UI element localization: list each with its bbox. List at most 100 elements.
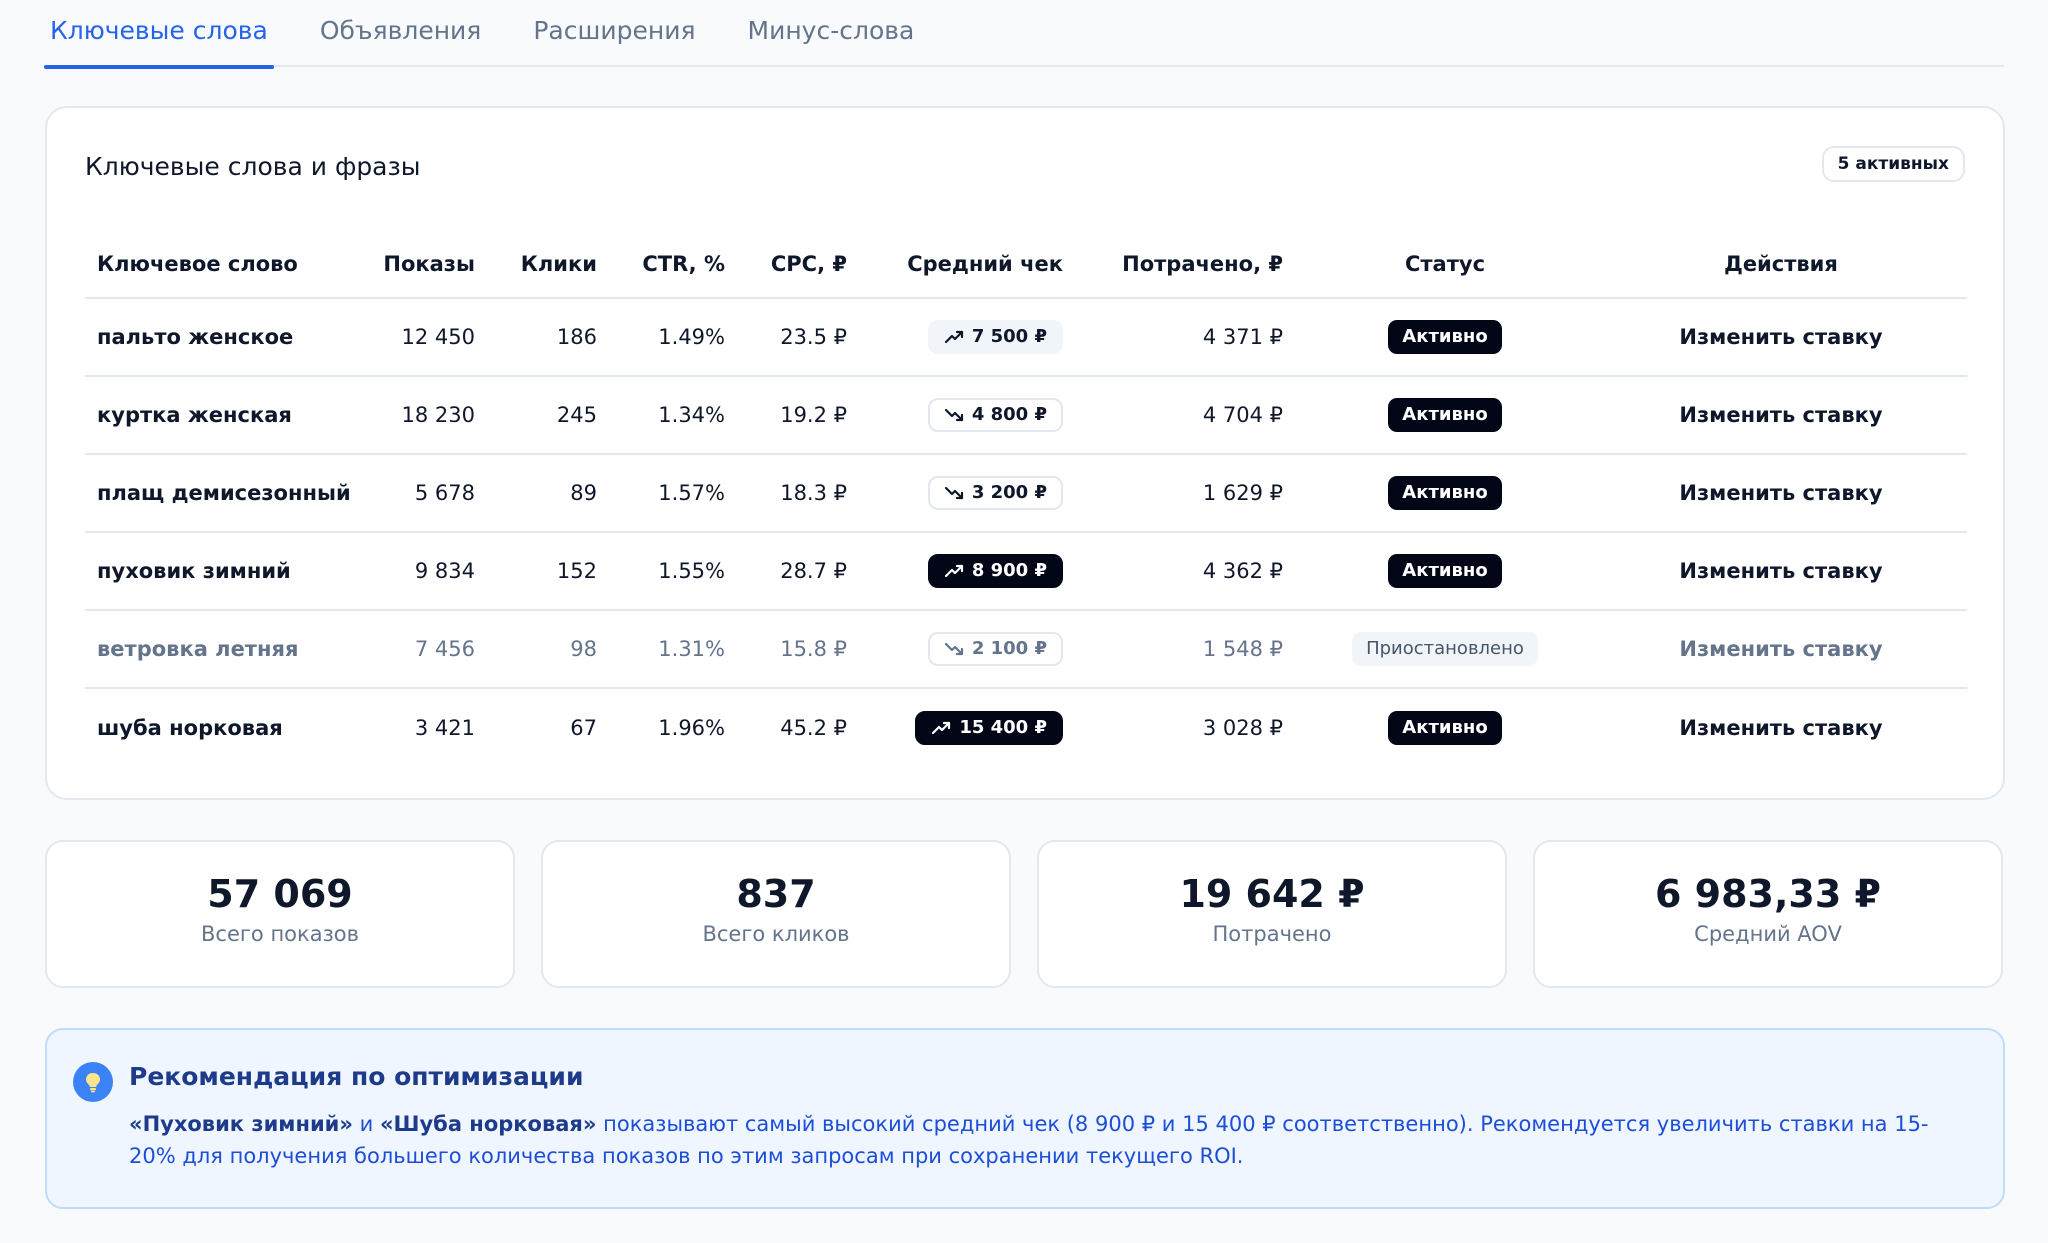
col-header-keyword: Ключевое слово [85,230,345,299]
col-header-clicks: Клики [487,230,609,299]
clicks-cell: 67 [570,715,597,740]
active-count-badge: 5 активных [1821,146,1965,182]
status-cell: Активно [1295,532,1595,611]
table-row: шуба норковая 3 421 67 1.96% 45.2 ₽ 15 400 ₽ 3… [85,688,1967,766]
stat-label: Средний AOV [1694,922,1842,946]
aov-value: 15 400 ₽ [959,716,1047,738]
impressions-cell: 18 230 [345,376,487,455]
status-cell: Активно [1295,298,1595,377]
table-header-row: Ключевое слово Показы Клики CTR, % CPC, … [85,230,1967,299]
aov-value: 7 500 ₽ [971,326,1047,347]
trend-down-icon [944,642,963,656]
table-row: ветровка летняя 7 456 98 1.31% 15.8 ₽ 2 100 ₽… [85,610,1967,689]
change-bid-button[interactable]: Изменить ставку [1595,688,1967,766]
status-badge: Активно [1388,710,1502,745]
ctr-cell: 1.96% [658,715,725,740]
change-bid-button[interactable]: Изменить ставку [1595,298,1967,377]
tab-bar: Ключевые слова Объявления Расширения Мин… [44,0,2004,69]
col-header-actions: Действия [1595,230,1967,299]
aov-badge: 2 100 ₽ [927,632,1063,666]
keyword-cell: куртка женская [85,376,345,455]
status-badge: Активно [1388,398,1502,432]
col-header-impressions: Показы [345,230,487,299]
recommendation-title: Рекомендация по оптимизации [129,1062,584,1091]
clicks-cell: 186 [487,298,609,377]
status-cell: Активно [1295,688,1595,766]
cpc-cell: 18.3 ₽ [737,454,859,533]
cpc-cell: 23.5 ₽ [737,298,859,377]
ctr-cell: 1.34% [609,376,737,455]
stat-value: 57 069 [207,872,353,916]
col-header-cpc: CPC, ₽ [737,230,859,299]
status-badge: Активно [1388,320,1502,354]
impressions-cell: 5 678 [345,454,487,533]
stat-total-clicks: 837 Всего кликов [541,840,1011,988]
keyword-cell: пуховик зимний [85,532,345,611]
ctr-cell: 1.49% [609,298,737,377]
aov-cell: 7 500 ₽ [859,298,1075,377]
tab-keywords[interactable]: Ключевые слова [44,0,274,69]
tab-negative-keywords[interactable]: Минус-слова [742,0,921,67]
clicks-cell: 245 [487,376,609,455]
card-title: Ключевые слова и фразы [85,152,421,181]
tab-extensions[interactable]: Расширения [527,0,701,67]
keyword-cell: ветровка летняя [85,610,345,689]
table-row: пальто женское 12 450 186 1.49% 23.5 ₽ 7 500 … [85,298,1967,377]
clicks-cell: 98 [487,610,609,689]
status-cell: Приостановлено [1295,610,1595,689]
status-cell: Активно [1295,376,1595,455]
impressions-cell: 12 450 [345,298,487,377]
trend-up-icon [944,564,963,578]
status-badge: Активно [1388,476,1502,510]
impressions-cell: 7 456 [345,610,487,689]
stat-average-aov: 6 983,33 ₽ Средний AOV [1533,840,2003,988]
tab-ads[interactable]: Объявления [314,0,488,67]
stat-label: Всего кликов [702,922,850,946]
lightbulb-icon [73,1062,113,1102]
ctr-cell: 1.57% [609,454,737,533]
status-badge: Приостановлено [1352,632,1538,666]
cpc-cell: 15.8 ₽ [737,610,859,689]
change-bid-button[interactable]: Изменить ставку [1595,610,1967,689]
clicks-cell: 89 [487,454,609,533]
change-bid-button[interactable]: Изменить ставку [1595,454,1967,533]
spent-cell: 4 362 ₽ [1075,532,1295,611]
col-header-ctr: CTR, % [609,230,737,299]
cpc-cell: 45.2 ₽ [780,715,847,740]
aov-cell: 3 200 ₽ [859,454,1075,533]
table-row: плащ демисезонный 5 678 89 1.57% 18.3 ₽ 3 200… [85,454,1967,533]
keywords-card: Ключевые слова и фразы 5 активных Ключев… [45,106,2005,800]
keywords-table: Ключевое слово Показы Клики CTR, % CPC, … [85,230,1967,766]
stat-total-impressions: 57 069 Всего показов [45,840,515,988]
ctr-cell: 1.31% [609,610,737,689]
change-bid-button[interactable]: Изменить ставку [1595,532,1967,611]
spent-cell: 4 371 ₽ [1075,298,1295,377]
recommendation-panel: Рекомендация по оптимизации «Пуховик зим… [45,1028,2005,1209]
keyword-cell: пальто женское [85,298,345,377]
aov-value: 4 800 ₽ [971,404,1047,425]
aov-value: 3 200 ₽ [971,482,1047,503]
aov-badge: 7 500 ₽ [927,320,1063,354]
recommendation-text: «Пуховик зимний» и «Шуба норковая» показ… [129,1108,1969,1172]
col-header-aov: Средний чек [859,230,1075,299]
aov-cell: 15 400 ₽ [859,688,1075,766]
change-bid-button[interactable]: Изменить ставку [1595,376,1967,455]
table-row: куртка женская 18 230 245 1.34% 19.2 ₽ 4 800 … [85,376,1967,455]
stat-value: 6 983,33 ₽ [1655,872,1881,916]
stat-label: Всего показов [201,922,359,946]
spent-cell: 3 028 ₽ [1202,715,1283,740]
keyword-cell: шуба норковая [97,715,283,740]
spent-cell: 4 704 ₽ [1075,376,1295,455]
table-row: пуховик зимний 9 834 152 1.55% 28.7 ₽ 8 900 ₽… [85,532,1967,611]
aov-badge: 4 800 ₽ [927,398,1063,432]
cpc-cell: 28.7 ₽ [737,532,859,611]
col-header-status: Статус [1295,230,1595,299]
spent-cell: 1 629 ₽ [1075,454,1295,533]
keyword-cell: плащ демисезонный [85,454,351,533]
aov-value: 2 100 ₽ [971,638,1047,659]
recommendation-connector: и [352,1112,380,1136]
aov-cell: 8 900 ₽ [859,532,1075,611]
aov-badge: 8 900 ₽ [927,554,1063,588]
trend-down-icon [944,486,963,500]
status-cell: Активно [1295,454,1595,533]
